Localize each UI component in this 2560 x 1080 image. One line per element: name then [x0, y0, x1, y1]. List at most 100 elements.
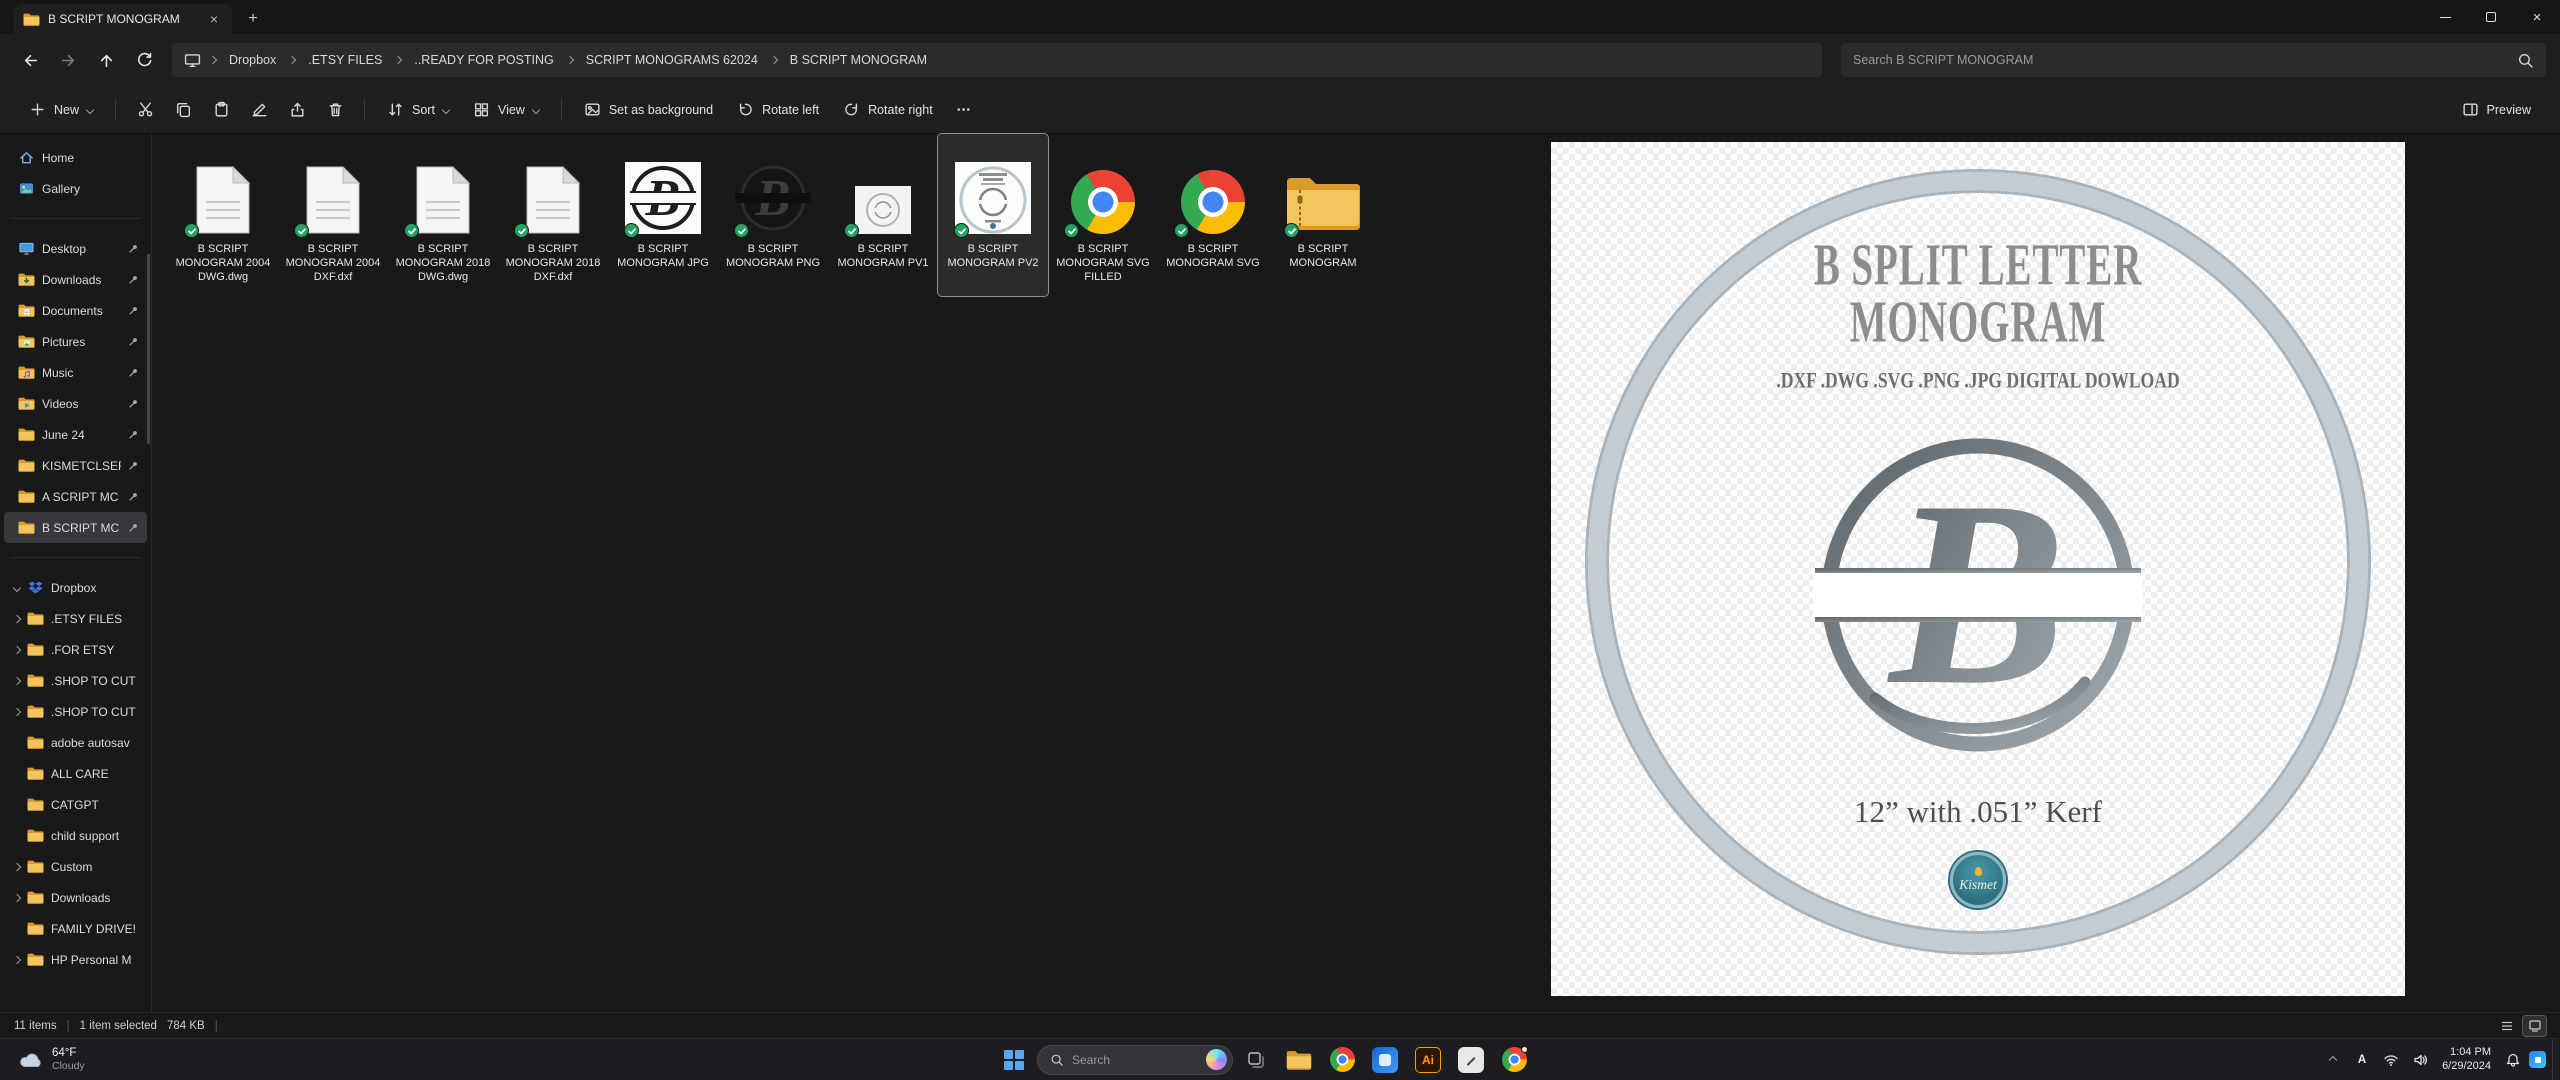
taskbar-search[interactable] — [1037, 1044, 1233, 1075]
system-tray: A 1:04 PM 6/29/2024 — [2320, 1039, 2556, 1080]
sidebar-tree-item-catgpt[interactable]: CATGPT — [4, 789, 147, 820]
sidebar-tree-item-all-care[interactable]: ALL CARE — [4, 758, 147, 789]
new-tab-button[interactable]: + — [240, 7, 266, 31]
tab-close-icon[interactable]: × — [205, 10, 223, 28]
sidebar-item-dropbox-root[interactable]: Dropbox — [4, 572, 147, 603]
file-tile-pv2-selected[interactable]: B SCRIPT MONOGRAM PV2 — [937, 133, 1049, 297]
taskbar-search-input[interactable] — [1072, 1052, 1198, 1067]
volume-icon[interactable] — [2407, 1045, 2433, 1075]
sidebar-item-pictures[interactable]: Pictures — [4, 326, 147, 357]
task-view-button[interactable] — [1236, 1042, 1276, 1078]
sidebar-scrollbar[interactable] — [147, 254, 150, 444]
paste-button[interactable] — [203, 93, 239, 127]
file-name: B SCRIPT MONOGRAM JPG — [617, 243, 709, 269]
sort-button[interactable]: Sort — [376, 93, 460, 127]
file-tile-2018-dwg[interactable]: B SCRIPT MONOGRAM 2018 DWG.dwg — [388, 134, 498, 296]
dropbox-icon — [28, 581, 43, 594]
breadcrumb-item-dropbox[interactable]: Dropbox — [225, 50, 280, 70]
explorer-tab[interactable]: B SCRIPT MONOGRAM × — [14, 4, 232, 34]
sidebar-tree-item-hp-personal[interactable]: HP Personal M — [4, 944, 147, 975]
blue-app-taskbar-button[interactable] — [1365, 1042, 1405, 1078]
rotate-right-button[interactable]: Rotate right — [832, 93, 944, 127]
file-tile-2004-dxf[interactable]: B SCRIPT MONOGRAM 2004 DXF.dxf — [278, 134, 388, 296]
sidebar-tree-item-custom[interactable]: Custom — [4, 851, 147, 882]
view-button[interactable]: View — [462, 93, 550, 127]
breadcrumb-item-etsy-files[interactable]: .ETSY FILES — [304, 50, 386, 70]
illustrator-taskbar-button[interactable]: Ai — [1408, 1042, 1448, 1078]
up-button[interactable] — [90, 44, 123, 77]
show-desktop-button[interactable] — [2552, 1039, 2556, 1080]
weather-widget[interactable]: 64°F Cloudy — [10, 1039, 93, 1080]
file-explorer-taskbar-button[interactable] — [1279, 1042, 1319, 1078]
folder-icon — [23, 12, 40, 27]
breadcrumb-item-ready-for-posting[interactable]: ..READY FOR POSTING — [410, 50, 557, 70]
file-tile-zip-folder[interactable]: B SCRIPT MONOGRAM — [1268, 134, 1378, 296]
rename-button[interactable] — [241, 93, 277, 127]
delete-button[interactable] — [317, 93, 353, 127]
file-tile-svg[interactable]: B SCRIPT MONOGRAM SVG — [1158, 134, 1268, 296]
folder-icon — [27, 921, 44, 936]
search-input[interactable] — [1853, 53, 2509, 67]
cut-button[interactable] — [127, 93, 163, 127]
downloads-folder-icon — [18, 272, 35, 287]
sidebar-tree-item-downloads[interactable]: Downloads — [4, 882, 147, 913]
sidebar-item-documents[interactable]: Documents — [4, 295, 147, 326]
search-box[interactable] — [1841, 43, 2546, 77]
details-view-button[interactable] — [2495, 1016, 2518, 1036]
sidebar-item-desktop[interactable]: Desktop — [4, 233, 147, 264]
file-tile-2018-dxf[interactable]: B SCRIPT MONOGRAM 2018 DXF.dxf — [498, 134, 608, 296]
breadcrumb-item-script-monograms[interactable]: SCRIPT MONOGRAMS 62024 — [582, 50, 762, 70]
sidebar-tree-item-child-support[interactable]: child support — [4, 820, 147, 851]
see-more-button[interactable] — [946, 93, 982, 127]
chrome-taskbar-button[interactable] — [1322, 1042, 1362, 1078]
tray-app-icon[interactable] — [2529, 1051, 2546, 1068]
sidebar-item-gallery[interactable]: Gallery — [4, 173, 147, 204]
copy-button[interactable] — [165, 93, 201, 127]
music-folder-icon — [18, 365, 35, 380]
sidebar-item-music[interactable]: Music — [4, 357, 147, 388]
set-as-background-button[interactable]: Set as background — [573, 93, 724, 127]
pen-app-taskbar-button[interactable] — [1451, 1042, 1491, 1078]
file-tile-2004-dwg[interactable]: B SCRIPT MONOGRAM 2004 DWG.dwg — [168, 134, 278, 296]
start-button[interactable] — [994, 1042, 1034, 1078]
ime-indicator[interactable]: A — [2349, 1045, 2375, 1075]
hidden-icons-button[interactable] — [2320, 1045, 2346, 1075]
sidebar-item-a-script-mc[interactable]: A SCRIPT MC — [4, 481, 147, 512]
close-button[interactable]: × — [2514, 0, 2560, 34]
new-button[interactable]: New — [18, 93, 104, 127]
refresh-button[interactable] — [128, 44, 161, 77]
preview-thumbnail — [955, 162, 1031, 234]
sidebar-item-b-script-mc[interactable]: B SCRIPT MC — [4, 512, 147, 543]
clock[interactable]: 1:04 PM 6/29/2024 — [2436, 1046, 2497, 1073]
thumbnail-view-button[interactable] — [2522, 1014, 2547, 1037]
sidebar-tree-item-for-etsy[interactable]: .FOR ETSY — [4, 634, 147, 665]
pin-icon — [128, 522, 139, 533]
file-name: B SCRIPT MONOGRAM — [1289, 243, 1357, 269]
sidebar-tree-item-adobe-autosav[interactable]: adobe autosav — [4, 727, 147, 758]
sidebar-tree-item-shop-to-cut-2[interactable]: .SHOP TO CUT — [4, 696, 147, 727]
sidebar-item-videos[interactable]: Videos — [4, 388, 147, 419]
share-button[interactable] — [279, 93, 315, 127]
rotate-left-button[interactable]: Rotate left — [726, 93, 830, 127]
sidebar-item-home[interactable]: Home — [4, 142, 147, 173]
back-button[interactable] — [14, 44, 47, 77]
folder-icon — [18, 520, 35, 535]
forward-button[interactable] — [52, 44, 85, 77]
maximize-button[interactable] — [2468, 0, 2514, 34]
sidebar-item-kismetclsef[interactable]: KISMETCLSEF — [4, 450, 147, 481]
notification-bell[interactable] — [2500, 1045, 2526, 1075]
sidebar-item-downloads[interactable]: Downloads — [4, 264, 147, 295]
minimize-button[interactable] — [2422, 0, 2468, 34]
file-tile-svg-filled[interactable]: B SCRIPT MONOGRAM SVG FILLED — [1048, 134, 1158, 296]
chrome-profile-taskbar-button[interactable] — [1494, 1042, 1534, 1078]
file-tile-pv1[interactable]: B SCRIPT MONOGRAM PV1 — [828, 134, 938, 296]
file-tile-png[interactable]: B B SCRIPT MONOGRAM PNG — [718, 134, 828, 296]
sidebar-tree-item-etsy-files[interactable]: .ETSY FILES — [4, 603, 147, 634]
sidebar-item-june-24[interactable]: June 24 — [4, 419, 147, 450]
breadcrumb-item-b-script-monogram[interactable]: B SCRIPT MONOGRAM — [786, 50, 931, 70]
sidebar-tree-item-family-drive[interactable]: FAMILY DRIVE! — [4, 913, 147, 944]
preview-toggle-button[interactable]: Preview — [2451, 93, 2542, 127]
file-tile-jpg[interactable]: B B SCRIPT MONOGRAM JPG — [608, 134, 718, 296]
wifi-icon[interactable] — [2378, 1045, 2404, 1075]
sidebar-tree-item-shop-to-cut-1[interactable]: .SHOP TO CUT — [4, 665, 147, 696]
